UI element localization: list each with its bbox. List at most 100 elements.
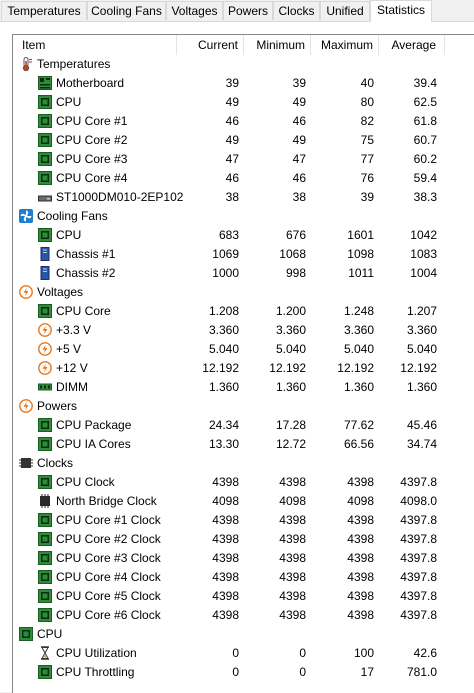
group-row[interactable]: Clocks [13, 454, 474, 473]
table-row[interactable]: +5 V 5.040 5.040 5.040 5.040 [13, 340, 474, 359]
average-value: 1004 [410, 266, 437, 280]
current-value: 683 [218, 228, 239, 242]
current-value: 49 [225, 95, 239, 109]
table-row[interactable]: CPU Clock 4398 4398 4398 4397.8 [13, 473, 474, 492]
chip-icon [38, 418, 52, 432]
maximum-value: 4398 [347, 532, 374, 546]
table-row[interactable]: CPU Core #3 Clock 4398 4398 4398 4397.8 [13, 549, 474, 568]
chip-icon [38, 608, 52, 622]
row-label: CPU Core [56, 304, 111, 318]
maximum-value: 76 [360, 171, 374, 185]
minimum-value: 4398 [279, 589, 306, 603]
row-label: CPU Clock [56, 475, 115, 489]
current-value: 4398 [212, 551, 239, 565]
average-value: 45.46 [406, 418, 437, 432]
tab-clocks[interactable]: Clocks [273, 1, 320, 20]
statistics-list[interactable]: Item Current Minimum Maximum Average Tem… [12, 34, 474, 693]
average-value: 4397.8 [400, 475, 437, 489]
minimum-value: 0 [299, 646, 306, 660]
minimum-value: 4098 [279, 494, 306, 508]
chassis-icon [38, 247, 52, 261]
row-label: +12 V [56, 361, 88, 375]
column-header-minimum[interactable]: Minimum [244, 35, 311, 55]
table-row[interactable]: DIMM 1.360 1.360 1.360 1.360 [13, 378, 474, 397]
hard-drive-icon [38, 190, 52, 204]
table-row[interactable]: CPU Core 1.208 1.200 1.248 1.207 [13, 302, 474, 321]
table-row[interactable]: CPU Core #2 49 49 75 60.7 [13, 131, 474, 150]
row-label: CPU Core #2 [56, 133, 128, 147]
column-header-item[interactable]: Item [13, 35, 177, 55]
minimum-value: 1.200 [275, 304, 306, 318]
table-row[interactable]: CPU Core #1 46 46 82 61.8 [13, 112, 474, 131]
maximum-value: 4398 [347, 570, 374, 584]
table-row[interactable]: Motherboard 39 39 40 39.4 [13, 74, 474, 93]
table-row[interactable]: CPU Core #5 Clock 4398 4398 4398 4397.8 [13, 587, 474, 606]
chip-icon [38, 475, 52, 489]
table-row[interactable]: CPU 49 49 80 62.5 [13, 93, 474, 112]
table-row[interactable]: CPU 683 676 1601 1042 [13, 226, 474, 245]
minimum-value: 46 [292, 114, 306, 128]
table-row[interactable]: CPU Core #4 46 46 76 59.4 [13, 169, 474, 188]
maximum-value: 12.192 [337, 361, 374, 375]
row-label: CPU Core #3 [56, 152, 128, 166]
thermometer-icon [19, 57, 33, 71]
table-row[interactable]: Chassis #2 1000 998 1011 1004 [13, 264, 474, 283]
table-row[interactable]: CPU Package 24.34 17.28 77.62 45.46 [13, 416, 474, 435]
table-row[interactable]: CPU Core #4 Clock 4398 4398 4398 4397.8 [13, 568, 474, 587]
group-row[interactable]: Powers [13, 397, 474, 416]
table-row[interactable]: CPU Core #6 Clock 4398 4398 4398 4397.8 [13, 606, 474, 625]
table-row[interactable]: CPU Core #2 Clock 4398 4398 4398 4397.8 [13, 530, 474, 549]
group-row[interactable]: Temperatures [13, 55, 474, 74]
minimum-value: 49 [292, 133, 306, 147]
average-value: 59.4 [413, 171, 437, 185]
tab-cooling-fans[interactable]: Cooling Fans [87, 1, 166, 20]
maximum-value: 3.360 [343, 323, 374, 337]
chip-icon [19, 627, 33, 641]
group-row[interactable]: Voltages [13, 283, 474, 302]
row-label: CPU Utilization [56, 646, 137, 660]
tab-voltages[interactable]: Voltages [166, 1, 223, 20]
row-label: CPU Core #4 Clock [56, 570, 161, 584]
current-value: 3.360 [208, 323, 239, 337]
table-row[interactable]: Chassis #1 1069 1068 1098 1083 [13, 245, 474, 264]
row-label: CPU [56, 95, 82, 109]
minimum-value: 4398 [279, 608, 306, 622]
table-row[interactable]: North Bridge Clock 4098 4098 4098 4098.0 [13, 492, 474, 511]
table-row[interactable]: CPU Throttling 0 0 17 781.0 [13, 663, 474, 682]
minimum-value: 3.360 [275, 323, 306, 337]
chip-icon [38, 171, 52, 185]
row-label: CPU [56, 228, 82, 242]
tab-temperatures[interactable]: Temperatures [1, 1, 87, 20]
row-label: CPU Core #6 Clock [56, 608, 161, 622]
average-value: 60.2 [413, 152, 437, 166]
column-header-current[interactable]: Current [177, 35, 244, 55]
column-header-maximum[interactable]: Maximum [311, 35, 379, 55]
tab-powers[interactable]: Powers [223, 1, 273, 20]
row-label: CPU Package [56, 418, 132, 432]
maximum-value: 4398 [347, 513, 374, 527]
tab-unified[interactable]: Unified [320, 1, 370, 20]
table-row[interactable]: +3.3 V 3.360 3.360 3.360 3.360 [13, 321, 474, 340]
row-label: CPU Throttling [56, 665, 135, 679]
tab-statistics[interactable]: Statistics [370, 0, 432, 22]
current-value: 4398 [212, 475, 239, 489]
lightning-icon [38, 323, 52, 337]
minimum-value: 49 [292, 95, 306, 109]
table-row[interactable]: ST1000DM010-2EP102 38 38 39 38.3 [13, 188, 474, 207]
table-row[interactable]: CPU Core #3 47 47 77 60.2 [13, 150, 474, 169]
table-row[interactable]: CPU Utilization 0 0 100 42.6 [13, 644, 474, 663]
tab-strip: Temperatures Cooling Fans Voltages Powers Cl… [0, 0, 474, 22]
table-row[interactable]: CPU IA Cores 13.30 12.72 66.56 34.74 [13, 435, 474, 454]
group-row[interactable]: CPU [13, 625, 474, 644]
group-row[interactable]: Cooling Fans [13, 207, 474, 226]
row-label: Clocks [37, 456, 74, 470]
current-value: 46 [225, 171, 239, 185]
maximum-value: 40 [360, 76, 374, 90]
table-row[interactable]: +12 V 12.192 12.192 12.192 12.192 [13, 359, 474, 378]
table-row[interactable]: CPU Core #1 Clock 4398 4398 4398 4397.8 [13, 511, 474, 530]
current-value: 4398 [212, 570, 239, 584]
column-header-average[interactable]: Average [379, 35, 445, 55]
current-value: 4398 [212, 513, 239, 527]
current-value: 13.30 [208, 437, 239, 451]
average-value: 60.7 [413, 133, 437, 147]
